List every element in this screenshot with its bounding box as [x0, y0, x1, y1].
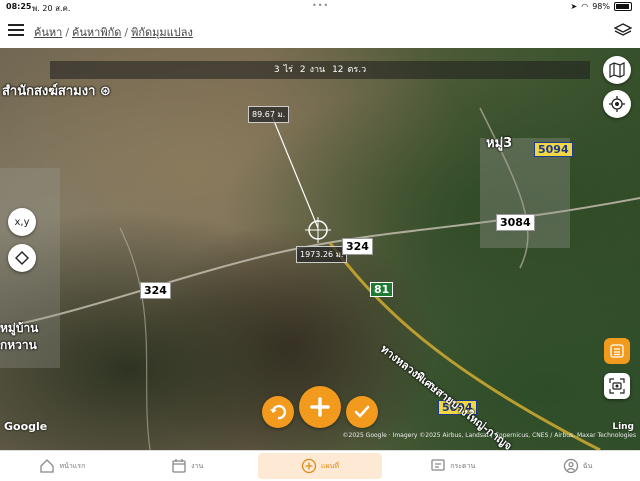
status-indicators: ➤ ◠ 98% [571, 2, 632, 11]
road-label-3084: 3084 [496, 214, 535, 231]
area-wa-unit: ตร.ว [347, 65, 367, 75]
user-icon [563, 458, 578, 474]
calculator-icon [610, 344, 624, 358]
coordinate-input-button[interactable]: x,y [8, 208, 36, 236]
location-arrow-icon: ➤ [570, 2, 578, 11]
wifi-icon: ◠ [581, 2, 589, 11]
plus-circle-icon [301, 458, 317, 474]
draw-polygon-button[interactable] [8, 244, 36, 272]
breadcrumb-separator: / [124, 26, 129, 39]
confirm-button[interactable] [346, 396, 378, 428]
tab-board[interactable]: กระดาน [390, 451, 515, 481]
area-wa-value: 12 [332, 65, 344, 75]
tab-me-label: ฉัน [582, 461, 593, 470]
tab-me[interactable]: ฉัน [515, 451, 640, 481]
bottom-tab-bar: หน้าแรก งาน แผนที่ กระดาน ฉัน [0, 450, 640, 481]
calculator-button[interactable] [604, 338, 630, 364]
tab-tasks[interactable]: งาน [125, 451, 250, 481]
area-rai-value: 3 [273, 65, 280, 75]
status-bar: 08:25 พ. 20 ส.ค. ••• ➤ ◠ 98% [0, 0, 640, 14]
breadcrumb: ค้นหา / ค้นหาพิกัด / พิกัดมุมแปลง [34, 23, 193, 41]
highway-shield-5094: 5094 [534, 142, 573, 157]
battery-icon [614, 2, 632, 11]
route-shield-81: 81 [370, 282, 394, 297]
google-logo: Google [4, 420, 48, 433]
place-label-left: หมู่บ้าน กหวาน [0, 321, 39, 352]
hamburger-icon[interactable] [8, 24, 24, 36]
distance-label-center: 1973.26 ม. [296, 246, 348, 263]
distance-label-top: 89.67 ม. [248, 106, 290, 123]
undo-button[interactable] [262, 396, 294, 428]
road-label-324: 324 [140, 282, 171, 299]
layers-icon[interactable] [614, 23, 632, 37]
tab-map[interactable]: แผนที่ [257, 453, 383, 479]
tab-board-label: กระดาน [450, 461, 476, 470]
place-pin-icon: ⊛ [99, 84, 111, 99]
battery-percent: 98% [592, 2, 610, 11]
satellite-map[interactable]: 3 ไร่ 2 งาน 12 ตร.ว สำนักสงฆ์สามงา ⊛ หมู่3 … [0, 48, 640, 450]
tab-map-label: แผนที่ [320, 461, 339, 470]
place-label-monastery: สำนักสงฆ์สามงา ⊛ [2, 84, 111, 99]
tab-tasks-label: งาน [191, 461, 204, 470]
undo-icon [270, 404, 287, 420]
screenshot-button[interactable] [604, 373, 630, 399]
breadcrumb-corner-coords[interactable]: พิกัดมุมแปลง [131, 26, 193, 39]
status-time: 08:25 [6, 2, 32, 11]
tab-home-label: หน้าแรก [59, 461, 86, 470]
crosshair-icon [609, 96, 625, 112]
calendar-icon [172, 459, 186, 473]
breadcrumb-separator: / [65, 26, 70, 39]
home-icon [40, 459, 55, 473]
area-ngan-unit: งาน [309, 65, 326, 75]
road-label-324: 324 [342, 238, 373, 255]
check-icon [354, 405, 370, 418]
breadcrumb-search-coords[interactable]: ค้นหาพิกัด [72, 26, 121, 39]
plus-icon [310, 397, 330, 417]
breadcrumb-search[interactable]: ค้นหา [34, 26, 62, 39]
diamond-icon [15, 251, 29, 265]
multitask-dots-icon: ••• [312, 1, 330, 10]
add-point-button[interactable] [299, 386, 341, 428]
map-type-button[interactable] [603, 56, 631, 84]
place-label-village: หมู่3 [486, 136, 513, 151]
area-rai-unit: ไร่ [283, 65, 293, 75]
camera-icon [609, 378, 625, 394]
top-navbar: ค้นหา / ค้นหาพิกัด / พิกัดมุมแปลง [0, 14, 640, 49]
map-attribution: ©2025 Google · Imagery ©2025 Airbus, Lan… [342, 432, 637, 439]
area-ngan-value: 2 [299, 65, 306, 75]
my-location-button[interactable] [603, 90, 631, 118]
area-summary-bar: 3 ไร่ 2 งาน 12 ตร.ว [50, 61, 590, 79]
ling-logo: Ling [612, 422, 634, 432]
message-icon [431, 459, 445, 471]
map-icon [609, 62, 625, 78]
tab-home[interactable]: หน้าแรก [0, 451, 125, 481]
